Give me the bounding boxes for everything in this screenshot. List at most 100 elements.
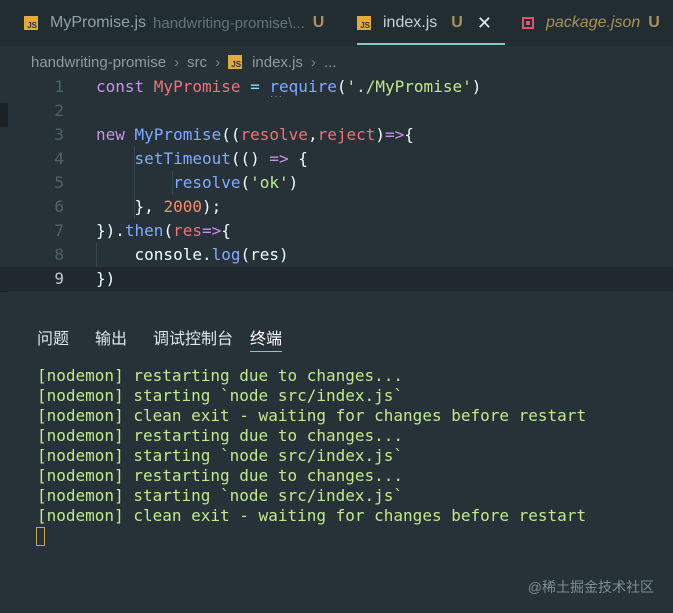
- terminal-line: [nodemon] restarting due to changes...: [37, 466, 404, 485]
- code-token: new: [96, 125, 135, 144]
- code-line[interactable]: 4 setTimeout(() => {: [0, 147, 673, 171]
- code-token: =>: [385, 125, 405, 144]
- code-token: './MyPromise': [346, 77, 472, 96]
- terminal-output[interactable]: [nodemon] restarting due to changes... [n…: [37, 366, 667, 526]
- chevron-right-icon: ›: [310, 53, 316, 71]
- code-line[interactable]: 9}): [0, 267, 673, 291]
- code-token: (: [163, 221, 174, 240]
- close-icon[interactable]: ✕: [477, 13, 492, 34]
- code-token: resolve: [173, 173, 241, 192]
- line-number: 3: [54, 125, 64, 144]
- active-panel-tab-indicator: [250, 351, 282, 352]
- code-token: resolve: [240, 125, 308, 144]
- breadcrumb-item-src[interactable]: src: [187, 54, 207, 71]
- watermark: @稀土掘金技术社区: [527, 579, 654, 595]
- tab-problems[interactable]: 问题: [37, 325, 69, 349]
- tab-terminal[interactable]: 终端: [250, 325, 282, 349]
- code-text: resolve('ok'): [96, 171, 298, 195]
- tab-description: handwriting-promise\...: [153, 14, 305, 32]
- indent-guide: [134, 195, 135, 219]
- tab-mypromise-js[interactable]: JS MyPromise.js handwriting-promise\... …: [24, 0, 324, 46]
- code-token: 'ok': [250, 173, 289, 192]
- terminal-line: [nodemon] starting `node src/index.js`: [37, 386, 404, 405]
- code-token: }).: [96, 221, 125, 240]
- code-token: =>: [269, 149, 289, 168]
- code-line[interactable]: 3 new MyPromise((resolve,reject)=>{: [0, 123, 673, 147]
- code-text: const MyPromise = require('./MyPromise'): [96, 75, 481, 99]
- npm-package-icon: [522, 17, 534, 29]
- chevron-right-icon: ›: [215, 53, 221, 71]
- code-line[interactable]: 6 }, 2000);: [0, 195, 673, 219]
- code-line[interactable]: 7}).then(res=>{: [0, 219, 673, 243]
- code-token: },: [96, 197, 164, 216]
- code-token: =: [240, 77, 270, 96]
- tab-output[interactable]: 输出: [95, 325, 127, 349]
- code-token: ): [288, 173, 299, 192]
- code-text: }).then(res=>{: [96, 219, 231, 243]
- code-token: (: [240, 173, 251, 192]
- indent-guide: [134, 171, 135, 195]
- code-editor[interactable]: 1 const MyPromise = require('./MyPromise'…: [0, 75, 673, 295]
- terminal-line: [nodemon] restarting due to changes...: [37, 426, 404, 445]
- code-text: }): [96, 267, 115, 291]
- code-token: ((): [230, 149, 270, 168]
- untracked-badge: U: [648, 14, 660, 31]
- tab-package-json[interactable]: package.json U: [522, 0, 660, 46]
- terminal-line: [nodemon] starting `node src/index.js`: [37, 486, 404, 505]
- code-text: console.log(res): [96, 243, 289, 267]
- code-token: {: [404, 125, 414, 144]
- breadcrumb-item-more[interactable]: ...: [324, 54, 337, 71]
- javascript-file-icon: JS: [357, 16, 371, 30]
- line-number: 4: [54, 149, 64, 168]
- indent-guide: [96, 243, 97, 267]
- indent-guide: [134, 147, 135, 171]
- code-token: {: [221, 221, 231, 240]
- hint-dots: ···: [270, 91, 283, 102]
- indent-guide: [172, 171, 173, 195]
- line-number: 6: [54, 197, 64, 216]
- active-tab-indicator: [357, 43, 505, 45]
- code-line[interactable]: 5 resolve('ok'): [0, 171, 673, 195]
- code-token: ): [375, 125, 386, 144]
- code-token: MyPromise: [134, 125, 222, 144]
- tab-debug-console[interactable]: 调试控制台: [153, 325, 233, 349]
- chevron-right-icon: ›: [174, 53, 180, 71]
- code-text: new MyPromise((resolve,reject)=>{: [96, 123, 414, 147]
- code-token: 2000: [163, 197, 202, 216]
- code-token: =>: [201, 221, 222, 240]
- tab-label: MyPromise.js: [50, 14, 147, 31]
- code-token: {: [288, 149, 308, 168]
- code-token: ): [471, 77, 482, 96]
- code-line[interactable]: 2: [0, 99, 673, 123]
- breadcrumb-item-file[interactable]: index.js: [252, 54, 303, 71]
- code-token: const: [96, 77, 154, 96]
- terminal-line: [nodemon] starting `node src/index.js`: [37, 446, 404, 465]
- code-token: ,: [307, 125, 318, 144]
- breadcrumb-item-folder[interactable]: handwriting-promise: [31, 54, 166, 71]
- code-token: ((: [221, 125, 241, 144]
- code-text: }, 2000);: [96, 195, 222, 219]
- line-number: 1: [54, 77, 64, 96]
- tab-label: package.json: [546, 14, 641, 31]
- terminal-cursor: [36, 527, 45, 546]
- code-token: (res): [240, 245, 289, 264]
- code-token: res: [173, 221, 202, 240]
- tab-index-js[interactable]: JS index.js U ✕: [357, 0, 505, 46]
- code-line[interactable]: 1 const MyPromise = require('./MyPromise'…: [0, 75, 673, 99]
- editor-tab-bar: JS MyPromise.js handwriting-promise\... …: [0, 0, 673, 46]
- code-token: log: [211, 245, 241, 264]
- breadcrumb: handwriting-promise › src › JS index.js …: [31, 51, 336, 73]
- terminal-line: [nodemon] restarting due to changes...: [37, 366, 404, 385]
- untracked-badge: U: [451, 14, 463, 31]
- code-token: then: [124, 221, 164, 240]
- line-number: 5: [54, 173, 64, 192]
- code-line[interactable]: 8 console.log(res): [0, 243, 673, 267]
- code-token: console.: [96, 245, 212, 264]
- javascript-file-icon: JS: [228, 55, 243, 69]
- untracked-badge: U: [312, 14, 325, 31]
- terminal-line: [nodemon] clean exit - waiting for chang…: [37, 506, 587, 525]
- code-token: MyPromise: [153, 77, 241, 96]
- tab-label: index.js: [383, 14, 438, 31]
- code-text: setTimeout(() => {: [96, 147, 308, 171]
